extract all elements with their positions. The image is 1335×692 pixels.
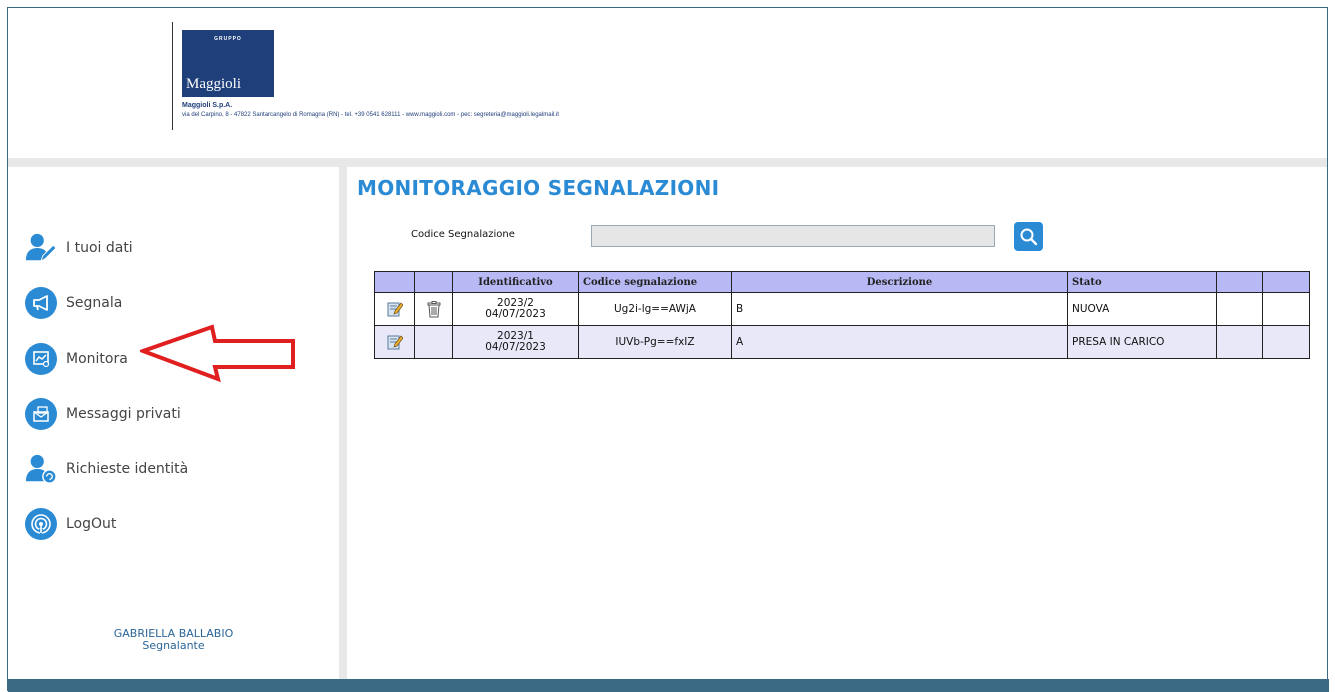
- logo-divider: [172, 22, 173, 130]
- search-button[interactable]: [1014, 222, 1043, 251]
- identificativo-cell: 2023/2 04/07/2023: [452, 292, 579, 326]
- private-messages-icon: [25, 398, 57, 430]
- column-header-codice-segnalazione: Codice segnalazione: [578, 271, 732, 293]
- delete-cell: [414, 325, 453, 359]
- column-header-identificativo: Identificativo: [452, 271, 579, 293]
- column-header-stato: Stato: [1067, 271, 1217, 293]
- table-row: 2023/2 04/07/2023 Ug2i-lg==AWjA B NUOVA: [374, 292, 1310, 326]
- column-header-delete: [414, 271, 453, 293]
- table-row: 2023/1 04/07/2023 IUVb-Pg==fxIZ A PRESA …: [374, 325, 1310, 359]
- sidebar-item-label: LogOut: [66, 516, 117, 532]
- maggioli-logo: GRUPPO Maggioli: [182, 30, 274, 97]
- sidebar-separator: [339, 167, 347, 679]
- sidebar-item-label: Segnala: [66, 295, 123, 311]
- extra-cell-2: [1262, 325, 1310, 359]
- segnalazioni-table: Identificativo Codice segnalazione Descr…: [374, 271, 1310, 359]
- edit-cell: [374, 325, 415, 359]
- sidebar-item-richieste-identita[interactable]: Richieste identità: [25, 452, 188, 486]
- sidebar: I tuoi dati Segnala Monitora Messaggi pr…: [8, 167, 339, 679]
- user-role: Segnalante: [142, 639, 205, 652]
- logo-gruppo-text: GRUPPO: [214, 36, 242, 42]
- sidebar-item-label: Messaggi privati: [66, 406, 181, 422]
- sidebar-item-logout[interactable]: LogOut: [25, 507, 116, 541]
- delete-cell: [414, 292, 453, 326]
- search-label: Codice Segnalazione: [411, 229, 515, 240]
- descrizione-cell: B: [731, 292, 1068, 326]
- extra-cell-2: [1262, 292, 1310, 326]
- header: GRUPPO Maggioli Maggioli S.p.A. via del …: [8, 8, 1327, 158]
- stato-cell: NUOVA: [1067, 292, 1217, 326]
- sidebar-item-segnala[interactable]: Segnala: [25, 286, 122, 320]
- search-icon: [1020, 228, 1037, 245]
- user-identity-icon: [25, 453, 57, 485]
- edit-icon[interactable]: [387, 301, 403, 317]
- column-header-descrizione: Descrizione: [731, 271, 1068, 293]
- extra-cell-1: [1216, 325, 1263, 359]
- identificativo-date: 04/07/2023: [485, 341, 546, 353]
- logo-name-text: Maggioli: [186, 76, 241, 92]
- main-content: MONITORAGGIO SEGNALAZIONI Codice Segnala…: [347, 167, 1329, 679]
- user-edit-icon: [25, 232, 57, 264]
- sidebar-item-label: Monitora: [66, 351, 128, 367]
- column-header-extra-2: [1262, 271, 1310, 293]
- logout-signal-icon: [25, 508, 57, 540]
- sidebar-item-i-tuoi-dati[interactable]: I tuoi dati: [25, 231, 133, 265]
- sidebar-item-label: I tuoi dati: [66, 240, 133, 256]
- header-separator: [8, 158, 1327, 167]
- footer-bar: [8, 679, 1329, 692]
- column-header-edit: [374, 271, 415, 293]
- monitor-chart-icon: [25, 343, 57, 375]
- table-header-row: Identificativo Codice segnalazione Descr…: [374, 271, 1310, 293]
- codice-cell: Ug2i-lg==AWjA: [578, 292, 732, 326]
- identificativo-cell: 2023/1 04/07/2023: [452, 325, 579, 359]
- stato-cell: PRESA IN CARICO: [1067, 325, 1217, 359]
- page-title: MONITORAGGIO SEGNALAZIONI: [357, 176, 720, 200]
- trash-icon[interactable]: [427, 300, 441, 318]
- sidebar-item-messaggi-privati[interactable]: Messaggi privati: [25, 397, 181, 431]
- company-address: via del Carpino, 8 - 47822 Santarcangelo…: [182, 112, 559, 118]
- page-frame: GRUPPO Maggioli Maggioli S.p.A. via del …: [7, 7, 1329, 692]
- sidebar-item-monitora[interactable]: Monitora: [25, 342, 128, 376]
- identificativo-date: 04/07/2023: [485, 308, 546, 320]
- codice-cell: IUVb-Pg==fxIZ: [578, 325, 732, 359]
- extra-cell-1: [1216, 292, 1263, 326]
- edit-cell: [374, 292, 415, 326]
- megaphone-icon: [25, 287, 57, 319]
- column-header-extra-1: [1216, 271, 1263, 293]
- descrizione-cell: A: [731, 325, 1068, 359]
- sidebar-item-label: Richieste identità: [66, 461, 189, 477]
- red-arrow-annotation: [140, 324, 295, 382]
- search-input[interactable]: [591, 225, 995, 247]
- edit-icon[interactable]: [387, 334, 403, 350]
- company-name: Maggioli S.p.A.: [182, 102, 233, 109]
